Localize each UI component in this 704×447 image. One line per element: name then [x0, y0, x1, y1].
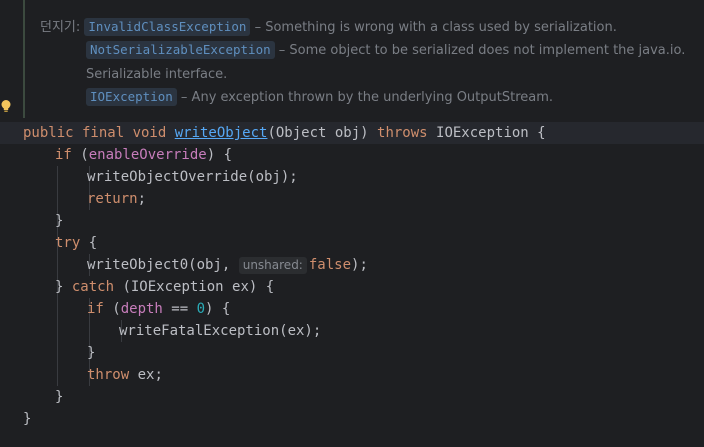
keyword: public final void: [23, 125, 175, 141]
keyword: return: [87, 191, 138, 207]
keyword: try: [55, 235, 81, 251]
code-text: }: [55, 279, 72, 295]
exception-description: – Something is wrong with a class used b…: [250, 20, 617, 35]
keyword: if: [55, 147, 72, 163]
code-text: (: [71, 147, 89, 163]
keyword: if: [87, 301, 104, 317]
code-line-13[interactable]: }: [55, 386, 63, 408]
method-name[interactable]: writeObject: [175, 125, 268, 141]
code-line-12[interactable]: throw ex;: [87, 364, 163, 386]
code-line-10[interactable]: writeFatalException(ex);: [119, 320, 321, 342]
code-text: (: [103, 301, 121, 317]
keyword: throw: [87, 367, 130, 383]
code-text: ) {: [206, 147, 233, 163]
javadoc-throws-row: NotSerializableException – Some object t…: [86, 40, 685, 62]
field-ref: depth: [120, 301, 163, 317]
code-text: {: [80, 235, 98, 251]
code-text: );: [351, 257, 368, 273]
exception-link-invalidclass[interactable]: InvalidClassException: [84, 18, 251, 36]
code-text: ex;: [129, 367, 163, 383]
code-line-2[interactable]: if (enableOverride) {: [55, 144, 232, 166]
exception-description: – Any exception thrown by the underlying…: [176, 90, 554, 105]
code-line-6[interactable]: try {: [55, 232, 97, 254]
code-line-5[interactable]: }: [55, 210, 63, 232]
throws-label: 던지기:: [40, 20, 81, 35]
javadoc-continuation: Serializable interface.: [86, 67, 228, 82]
code-line-8[interactable]: } catch (IOException ex) {: [55, 276, 274, 298]
number-literal: 0: [196, 301, 206, 317]
exception-link-ioexception[interactable]: IOException: [86, 88, 177, 106]
code-text: IOException {: [427, 125, 546, 141]
code-line-11[interactable]: }: [87, 342, 95, 364]
field-ref: enableOverride: [88, 147, 207, 163]
code-line-4[interactable]: return;: [87, 188, 146, 210]
code-text: ;: [137, 191, 147, 207]
code-line-7[interactable]: writeObject0(obj, unshared: false);: [87, 254, 368, 276]
lightbulb-icon[interactable]: [0, 99, 12, 113]
code-text: ) {: [205, 301, 231, 317]
keyword: false: [308, 257, 352, 273]
code-line-14[interactable]: }: [23, 408, 31, 430]
exception-link-notserializable[interactable]: NotSerializableException: [86, 41, 275, 59]
code-line-9[interactable]: if (depth == 0) {: [87, 298, 230, 320]
javadoc-throws-row: IOException – Any exception thrown by th…: [86, 87, 553, 109]
parameter-hint: unshared:: [238, 257, 307, 274]
keyword: throws: [377, 125, 428, 141]
javadoc-throws-row: 던지기: InvalidClassException – Something i…: [40, 17, 617, 39]
code-line-3[interactable]: writeObjectOverride(obj);: [87, 166, 298, 188]
code-text: (IOException ex) {: [114, 279, 275, 295]
code-text: writeObject0(obj,: [87, 257, 239, 273]
code-text: (Object obj): [267, 125, 378, 141]
exception-description: – Some object to be serialized does not …: [274, 43, 686, 58]
keyword: catch: [71, 279, 115, 295]
javadoc-rendered: 던지기: InvalidClassException – Something i…: [0, 0, 704, 118]
code-line-1[interactable]: public final void writeObject(Object obj…: [23, 122, 546, 144]
code-text: ==: [162, 301, 197, 317]
javadoc-gutter-bar: [23, 0, 25, 118]
